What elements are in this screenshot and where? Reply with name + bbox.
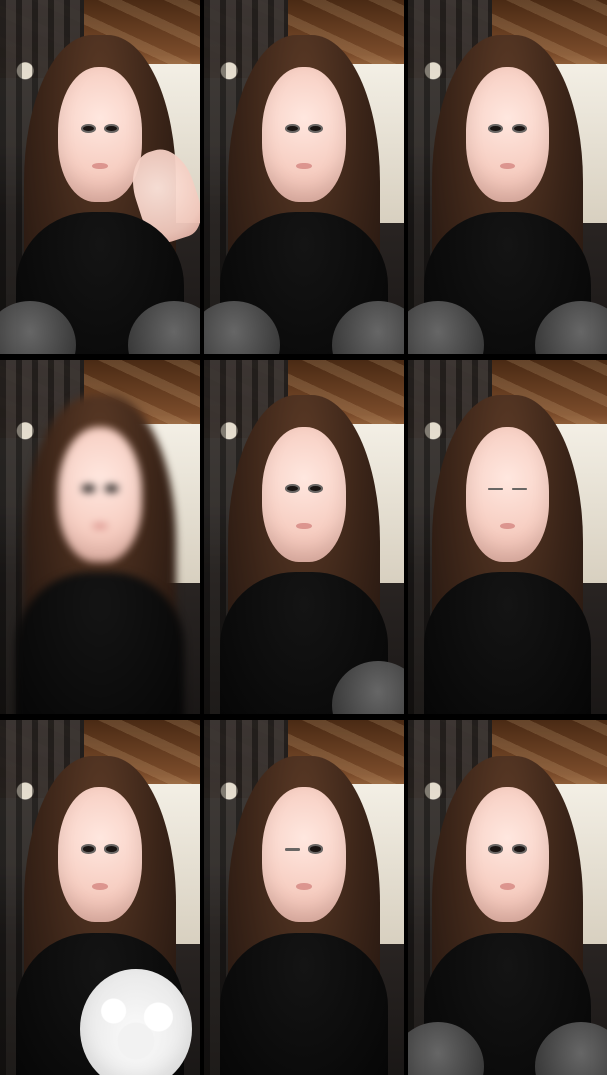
face — [465, 427, 550, 562]
lips — [296, 162, 312, 170]
face — [58, 67, 142, 202]
left-eye — [80, 483, 96, 494]
video-tile-6[interactable] — [408, 360, 607, 714]
video-tile-3[interactable] — [408, 0, 607, 354]
shirt — [16, 572, 184, 714]
right-eye — [511, 487, 527, 491]
face — [58, 427, 142, 562]
right-eye — [308, 123, 324, 134]
left-eye — [488, 487, 504, 491]
right-eye — [308, 844, 324, 854]
video-tile-8[interactable] — [204, 720, 404, 1075]
face — [262, 427, 346, 562]
lips — [92, 883, 108, 890]
left-eye — [284, 848, 300, 851]
right-eye — [511, 123, 527, 134]
face — [465, 67, 550, 202]
video-tile-1[interactable] — [0, 0, 200, 354]
lips — [499, 522, 515, 530]
left-eye — [284, 123, 300, 134]
shirt — [220, 933, 388, 1075]
left-eye — [488, 123, 504, 134]
face — [58, 787, 142, 923]
right-eye — [104, 123, 120, 134]
right-eye — [511, 844, 527, 854]
lips — [499, 162, 515, 170]
shirt — [423, 572, 592, 714]
video-grid — [0, 0, 607, 1075]
right-eye — [104, 844, 120, 854]
lips — [296, 883, 312, 890]
face — [262, 67, 346, 202]
lips — [92, 522, 108, 530]
video-tile-4[interactable] — [0, 360, 200, 714]
video-tile-7[interactable] — [0, 720, 200, 1075]
face — [262, 787, 346, 923]
lips — [499, 883, 515, 890]
video-tile-5[interactable] — [204, 360, 404, 714]
right-eye — [104, 483, 120, 494]
left-eye — [80, 123, 96, 134]
lips — [296, 522, 312, 530]
left-eye — [488, 844, 504, 854]
lips — [92, 162, 108, 170]
left-eye — [284, 483, 300, 494]
left-eye — [80, 844, 96, 854]
face — [465, 787, 550, 923]
video-tile-9[interactable] — [408, 720, 607, 1075]
right-eye — [308, 483, 324, 494]
video-tile-2[interactable] — [204, 0, 404, 354]
